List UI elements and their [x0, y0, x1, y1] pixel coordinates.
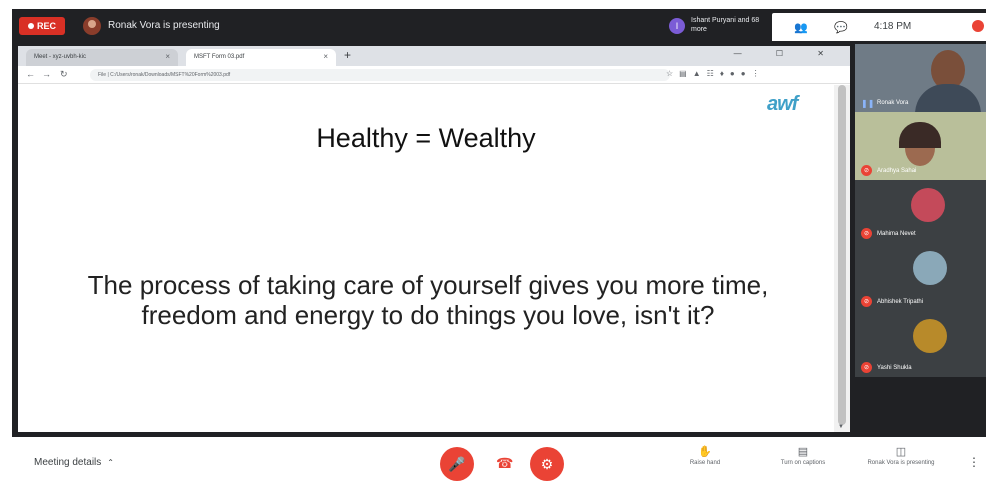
participant-name: Ronak Vora — [877, 100, 909, 106]
scroll-down-icon[interactable]: ▼ — [838, 424, 844, 430]
meet-window: REC Ronak Vora is presenting I Ishant Pu… — [12, 9, 986, 488]
browser-tab-pdf[interactable]: MSFT Form 03.pdf × — [186, 49, 336, 66]
scrollbar-thumb[interactable] — [838, 85, 846, 425]
participant-tile[interactable]: ❚❚ Ronak Vora — [855, 44, 986, 112]
extension-icons[interactable]: ☆▤▲☷♦●●⋮ — [666, 69, 766, 78]
mic-off-icon: ⊘ — [861, 228, 872, 239]
participant-name: Mahima Nevet — [877, 231, 916, 237]
browser-tab-strip: Meet - xyz-uvbh-kic × MSFT Form 03.pdf ×… — [18, 46, 850, 66]
more-options-icon[interactable]: ⋮ — [968, 455, 980, 469]
meet-top-bar: REC Ronak Vora is presenting I Ishant Pu… — [12, 9, 986, 44]
participant-name: Yashi Shukla — [877, 365, 912, 371]
captions-icon: ▤ — [797, 446, 809, 458]
participant-name: Aradhya Sahai — [877, 168, 917, 174]
address-bar[interactable]: File | C:/Users/ronak/Downloads/MSFT%20F… — [90, 69, 670, 81]
forward-icon[interactable]: → — [42, 69, 51, 79]
browser-tab-meet[interactable]: Meet - xyz-uvbh-kic × — [26, 49, 178, 66]
raise-hand-button[interactable]: ✋ Raise hand — [670, 445, 740, 467]
camera-toggle-button[interactable]: ⚙ — [530, 447, 564, 481]
camera-off-icon: ⚙ — [540, 455, 554, 472]
presenter-status: Ronak Vora is presenting — [108, 20, 220, 31]
window-controls[interactable]: — ☐ ✕ — [734, 49, 840, 58]
chat-icon[interactable]: 💬 — [834, 21, 848, 34]
present-label: Ronak Vora is presenting — [867, 460, 935, 466]
back-icon[interactable]: ← — [26, 69, 35, 79]
participant-name: Abhishek Tripathi — [877, 299, 924, 305]
meeting-details-button[interactable]: Meeting details ⌃ — [34, 457, 114, 468]
pdf-scrollbar[interactable]: ▼ — [834, 85, 850, 432]
shared-screen: Meet - xyz-uvbh-kic × MSFT Form 03.pdf ×… — [18, 46, 850, 432]
participant-tile[interactable]: ⊘ Aradhya Sahai — [855, 112, 986, 180]
mic-off-icon: ⊘ — [861, 165, 872, 176]
new-tab-button[interactable]: + — [344, 48, 351, 62]
browser-toolbar: ← → ↻ File | C:/Users/ronak/Downloads/MS… — [18, 66, 850, 84]
tab-label: Meet - xyz-uvbh-kic — [34, 54, 87, 60]
participant-avatar — [913, 251, 947, 285]
record-dot-icon — [27, 23, 34, 29]
recording-badge: REC — [19, 17, 65, 35]
mic-toggle-button[interactable]: 🎤 — [440, 447, 474, 481]
captions-button[interactable]: ▤ Turn on captions — [768, 445, 838, 467]
tab-label: MSFT Form 03.pdf — [194, 54, 245, 60]
close-tab-icon[interactable]: × — [165, 52, 170, 61]
raise-hand-label: Raise hand — [689, 460, 721, 466]
present-button[interactable]: ◫ Ronak Vora is presenting — [866, 445, 936, 467]
meet-bottom-bar: Meeting details ⌃ 🎤 ☎ ⚙ ✋ Raise hand ▤ Tu… — [12, 437, 986, 488]
mic-off-icon: 🎤 — [448, 455, 466, 472]
mic-off-icon: ⊘ — [861, 296, 872, 307]
viewer-avatar[interactable]: I — [669, 18, 685, 34]
participant-hair — [899, 122, 941, 148]
chevron-up-icon: ⌃ — [107, 458, 114, 467]
system-tray: 👥 💬 4:18 PM — [772, 13, 986, 41]
present-screen-icon: ◫ — [895, 446, 907, 458]
reload-icon[interactable]: ↻ — [60, 69, 68, 80]
participant-avatar — [911, 188, 945, 222]
slide-title: Healthy = Wealthy — [316, 123, 536, 153]
clock-time: 4:18 PM — [874, 21, 912, 32]
hand-icon: ✋ — [698, 446, 712, 458]
meeting-details-label: Meeting details — [34, 457, 102, 468]
participant-tile[interactable]: ⊘ Mahima Nevet — [855, 180, 986, 243]
captions-label: Turn on captions — [780, 460, 826, 466]
hang-up-button[interactable]: ☎ — [496, 455, 513, 472]
close-tab-icon[interactable]: × — [323, 52, 328, 61]
participant-body — [915, 84, 981, 112]
speaking-icon: ❚❚ — [861, 99, 875, 108]
awf-logo: awf — [767, 93, 798, 115]
viewer-status: Ishant Puryani and 68 more — [691, 17, 760, 33]
participant-tile[interactable]: ⊘ Yashi Shukla — [855, 311, 986, 377]
people-icon[interactable]: 👥 — [794, 21, 808, 34]
participant-tile[interactable]: ⊘ Abhishek Tripathi — [855, 243, 986, 311]
notification-badge[interactable] — [972, 20, 984, 32]
pdf-slide: awf Healthy = Wealthy The process of tak… — [18, 85, 834, 432]
mic-off-icon: ⊘ — [861, 362, 872, 373]
slide-body-text: The process of taking care of yourself g… — [87, 270, 769, 330]
participant-avatar — [913, 319, 947, 353]
presenter-avatar — [83, 17, 101, 35]
recording-label: REC — [36, 21, 56, 31]
